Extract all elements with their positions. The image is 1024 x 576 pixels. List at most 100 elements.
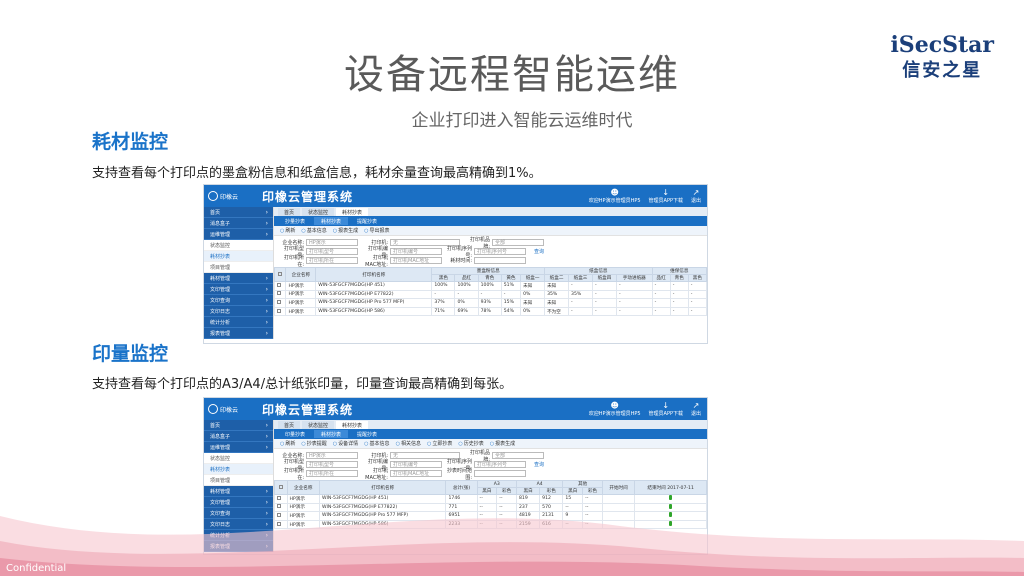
toolbar-button[interactable]: 抄表提醒	[301, 440, 327, 447]
sidebar-item[interactable]: 文印日志	[204, 306, 273, 317]
sidebar-item[interactable]: 耗材抄表	[204, 251, 273, 262]
toolbar-button[interactable]: 设备详情	[333, 440, 358, 447]
sidebar-item[interactable]: 项目管理	[204, 262, 273, 273]
toolbar-button[interactable]: 报表生成	[490, 440, 515, 447]
subtab[interactable]: 抄量抄表	[278, 217, 312, 225]
sidebar-item[interactable]: 首页	[204, 207, 273, 218]
row-checkbox[interactable]	[277, 299, 281, 304]
header-company: 企业名称	[285, 267, 317, 282]
sidebar-item[interactable]: 统计分析	[204, 317, 273, 328]
table-cell: -	[651, 298, 671, 308]
toolbar-button[interactable]: 立即抄表	[427, 440, 452, 447]
column-header: 纸盒一	[520, 274, 546, 282]
download-label: 管理员APP下载	[648, 198, 683, 204]
tab[interactable]: 首页	[278, 208, 301, 216]
table-row[interactable]: HP演示 WIN-53FGCF7MGDG(HP Pro 577 MFP) 37% 0%…	[273, 298, 707, 308]
sidebar-item[interactable]: 耗材抄表	[204, 464, 273, 475]
table-cell: -	[651, 289, 671, 300]
download-app-button[interactable]: ↓ 管理员APP下载	[649, 188, 683, 204]
row-checkbox-cell[interactable]	[273, 289, 287, 300]
logout-label: 退出	[690, 411, 701, 417]
filter-row: 打印机所在: 打印机所在 打印机MAC地址: 打印机MAC地址 耗材时间:	[278, 254, 703, 268]
filter-input[interactable]: 打印机所在	[306, 470, 358, 477]
filter-input[interactable]	[474, 470, 526, 477]
app-body: 首页消息盒子运维管理状态监控耗材抄表项目管理耗材管理文印管理文印查询文印日志统计…	[204, 207, 707, 339]
tab[interactable]: 状态监控	[302, 421, 335, 429]
toolbar-button[interactable]: 刷新	[280, 227, 295, 234]
sidebar-item[interactable]: 耗材管理	[204, 273, 273, 284]
header-checkbox[interactable]	[273, 267, 287, 282]
tab[interactable]: 首页	[278, 421, 301, 429]
filter-input[interactable]: 打印机MAC地址	[390, 257, 442, 264]
sidebar-item[interactable]: 消息盒子	[204, 431, 273, 442]
tab[interactable]: 耗材抄表	[336, 421, 369, 429]
row-checkbox-cell[interactable]	[273, 298, 287, 308]
sidebar-item[interactable]: 消息盒子	[204, 218, 273, 229]
filter-field: 打印机MAC地址: 打印机MAC地址	[362, 254, 442, 268]
toolbar-button[interactable]: 导出报表	[364, 227, 390, 234]
toolbar-button[interactable]: 刷新	[280, 440, 295, 447]
sidebar-item[interactable]: 状态监控	[204, 240, 273, 251]
sidebar-item[interactable]: 文印查询	[204, 295, 273, 306]
table-cell: -	[500, 289, 522, 300]
app-title: 印橡云管理系统	[262, 402, 354, 417]
tab[interactable]: 耗材抄表	[336, 208, 369, 216]
sidebar-item[interactable]: 状态监控	[204, 453, 273, 464]
table-row[interactable]: HP演示 WIN-53FGCF7MGDG(HP 451) 100% 100% 100% 5…	[273, 281, 707, 291]
subtab[interactable]: 耗材抄表	[314, 217, 349, 225]
row-checkbox-cell[interactable]	[273, 281, 287, 291]
row-checkbox[interactable]	[277, 308, 281, 313]
logout-button[interactable]: ↗ 退出	[691, 401, 701, 417]
table-cell: 不为空	[544, 306, 570, 317]
row-checkbox-cell[interactable]	[273, 306, 287, 317]
search-button[interactable]: 查询	[534, 248, 544, 255]
row-checkbox[interactable]	[277, 282, 281, 287]
section-desc-consumables: 支持查看每个打印点的墨盒粉信息和纸盒信息，耗材余量查询最高精确到1%。	[92, 166, 542, 181]
table-cell: 100%	[454, 281, 479, 291]
sidebar-item[interactable]: 运维管理	[204, 229, 273, 240]
logout-button[interactable]: ↗ 退出	[691, 188, 701, 204]
subtab[interactable]: 耗材抄表	[314, 430, 349, 438]
tab-bar: 首页 状态监控 耗材抄表	[274, 420, 707, 429]
subtab[interactable]: 印量抄表	[278, 430, 312, 438]
table-cell: -	[669, 306, 689, 317]
table-row[interactable]: HP演示 WIN-53FGCF7MGDG(HP 586) 71% 69% 78% 54% 0…	[273, 306, 707, 317]
table-row[interactable]: HP演示 WIN-53FGCF7MGDG(HP E77822) - - - -0% 35% 3…	[273, 289, 707, 300]
toolbar-button[interactable]: 报表生成	[333, 227, 358, 234]
column-header: 黑色	[687, 274, 707, 282]
filter-field: 打印机所在: 打印机所在	[278, 254, 358, 268]
filter-input[interactable]	[474, 257, 526, 264]
sidebar-item[interactable]: 文印管理	[204, 284, 273, 295]
sidebar-item[interactable]: 报表管理	[204, 328, 273, 339]
toolbar-button[interactable]: 相关信息	[396, 440, 421, 447]
download-app-button[interactable]: ↓ 管理员APP下载	[649, 401, 683, 417]
subtab[interactable]: 提醒抄表	[350, 217, 384, 225]
group-header: 墨盒粉信息	[431, 267, 546, 275]
data-table: 企业名称 打印机名称 墨盒粉信息 纸盒信息 维保信息 黑色 品红 青色 黄色 纸盒一 纸盒二 纸盒三纸…	[273, 267, 707, 317]
tab[interactable]: 状态监控	[302, 208, 335, 216]
table-cell: -	[568, 306, 593, 317]
table-cell: -	[591, 289, 617, 300]
confidential-label: Confidential	[6, 563, 67, 574]
filter-input[interactable]: 打印机序列号	[474, 248, 526, 255]
sidebar-item[interactable]: 项目管理	[204, 475, 273, 486]
search-button[interactable]: 查询	[534, 461, 544, 468]
logo-en: iSecStar	[890, 32, 994, 58]
sidebar-item[interactable]: 运维管理	[204, 442, 273, 453]
app-header: 印橡云 印橡云管理系统 ☻ 欢迎HP演示管理员HP5 ↓ 管理员APP下载 ↗ 退出	[204, 185, 707, 207]
sidebar-item[interactable]: 首页	[204, 420, 273, 431]
toolbar-button[interactable]: 历史抄表	[458, 440, 484, 447]
filter-input[interactable]: 打印机MAC地址	[390, 470, 442, 477]
toolbar-button[interactable]: 基本信息	[301, 227, 327, 234]
app-title: 印橡云管理系统	[262, 189, 354, 204]
section-desc-volume: 支持查看每个打印点的A3/A4/总计纸张印量，印量查询最高精确到每张。	[92, 377, 513, 392]
subtab[interactable]: 提醒抄表	[350, 430, 384, 438]
checkbox[interactable]	[278, 271, 283, 276]
filter-input[interactable]: 打印机所在	[306, 257, 358, 264]
filter-row: 打印机所在: 打印机所在 打印机MAC地址: 打印机MAC地址 抄表时间范围:	[278, 468, 703, 481]
column-header: 纸盒二	[544, 274, 570, 282]
row-checkbox[interactable]	[277, 291, 281, 296]
company-logo: iSecStar 信安之星	[890, 32, 994, 82]
table-cell: 71%	[431, 306, 456, 317]
toolbar-button[interactable]: 基本信息	[364, 440, 390, 447]
